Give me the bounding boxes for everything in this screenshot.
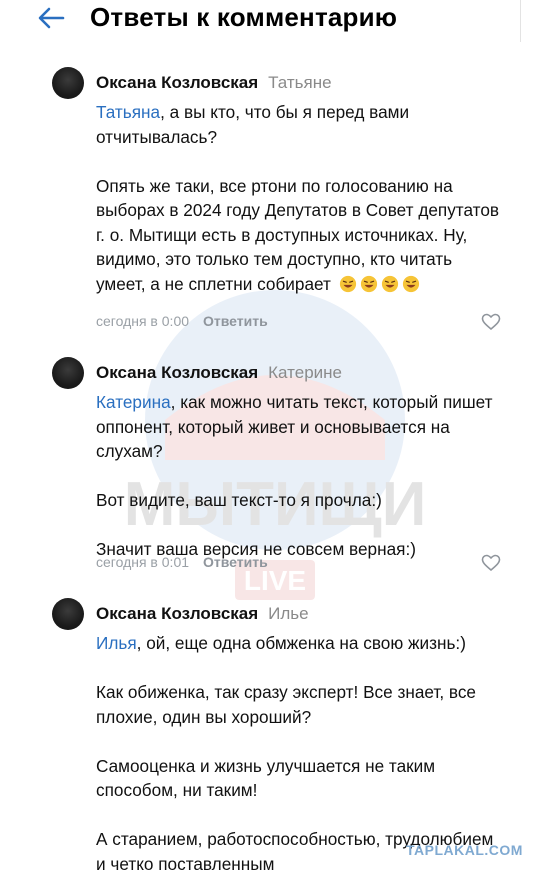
avatar[interactable]: [52, 67, 84, 99]
comment-paragraph: Как обиженка, так сразу эксперт! Все зна…: [96, 682, 476, 727]
mention-link[interactable]: Татьяна: [96, 102, 160, 122]
divider: [520, 0, 521, 42]
avatar[interactable]: [52, 357, 84, 389]
laughing-emoji-icon: [360, 275, 377, 292]
comment-text: Катерина, как можно читать текст, которы…: [96, 390, 506, 562]
comment-paragraph: Вот видите, ваш текст-то я прочла:): [96, 490, 382, 510]
mention-link[interactable]: Катерина: [96, 392, 171, 412]
reply-button[interactable]: Ответить: [203, 313, 268, 329]
comment-author-line: Оксана Козловская Илье: [96, 604, 309, 624]
author-name[interactable]: Оксана Козловская: [96, 73, 258, 92]
author-name[interactable]: Оксана Козловская: [96, 363, 258, 382]
heart-icon[interactable]: [481, 554, 501, 572]
comment-paragraph: Самооценка и жизнь улучшается не таким с…: [96, 755, 436, 801]
comment-paragraph: , ой, еще одна обмженка на свою жизнь:): [136, 633, 466, 653]
reply-to-name[interactable]: Татьяне: [268, 73, 331, 92]
back-arrow-icon[interactable]: [36, 6, 66, 30]
reply-to-name[interactable]: Илье: [268, 604, 308, 623]
site-watermark: TAPLAKAL.COM: [406, 842, 523, 858]
top-bar: Ответы к комментарию: [0, 0, 544, 42]
laughing-emoji-icon: [402, 275, 419, 292]
comment-time: сегодня в 0:00: [96, 313, 190, 329]
comment-time: сегодня в 0:01: [96, 554, 190, 570]
page-title: Ответы к комментарию: [90, 2, 398, 32]
comment-text: Татьяна, а вы кто, что бы я перед вами о…: [96, 100, 506, 296]
avatar[interactable]: [52, 598, 84, 630]
comment-meta: сегодня в 0:00 Ответить: [96, 313, 268, 329]
comment-paragraph: Опять же таки, все ртони по голосованию …: [96, 175, 500, 294]
laughing-emoji-icon: [381, 275, 398, 292]
comment-author-line: Оксана Козловская Татьяне: [96, 73, 332, 93]
comment-text: Илья, ой, еще одна обмженка на свою жизн…: [96, 631, 506, 876]
comment-meta: сегодня в 0:01 Ответить: [96, 554, 268, 570]
emoji-group: [331, 274, 420, 294]
mention-link[interactable]: Илья: [96, 633, 137, 653]
reply-to-name[interactable]: Катерине: [268, 363, 342, 382]
reply-button[interactable]: Ответить: [203, 554, 268, 570]
laughing-emoji-icon: [339, 275, 356, 292]
comment-author-line: Оксана Козловская Катерине: [96, 363, 342, 383]
author-name[interactable]: Оксана Козловская: [96, 604, 258, 623]
heart-icon[interactable]: [481, 313, 501, 331]
